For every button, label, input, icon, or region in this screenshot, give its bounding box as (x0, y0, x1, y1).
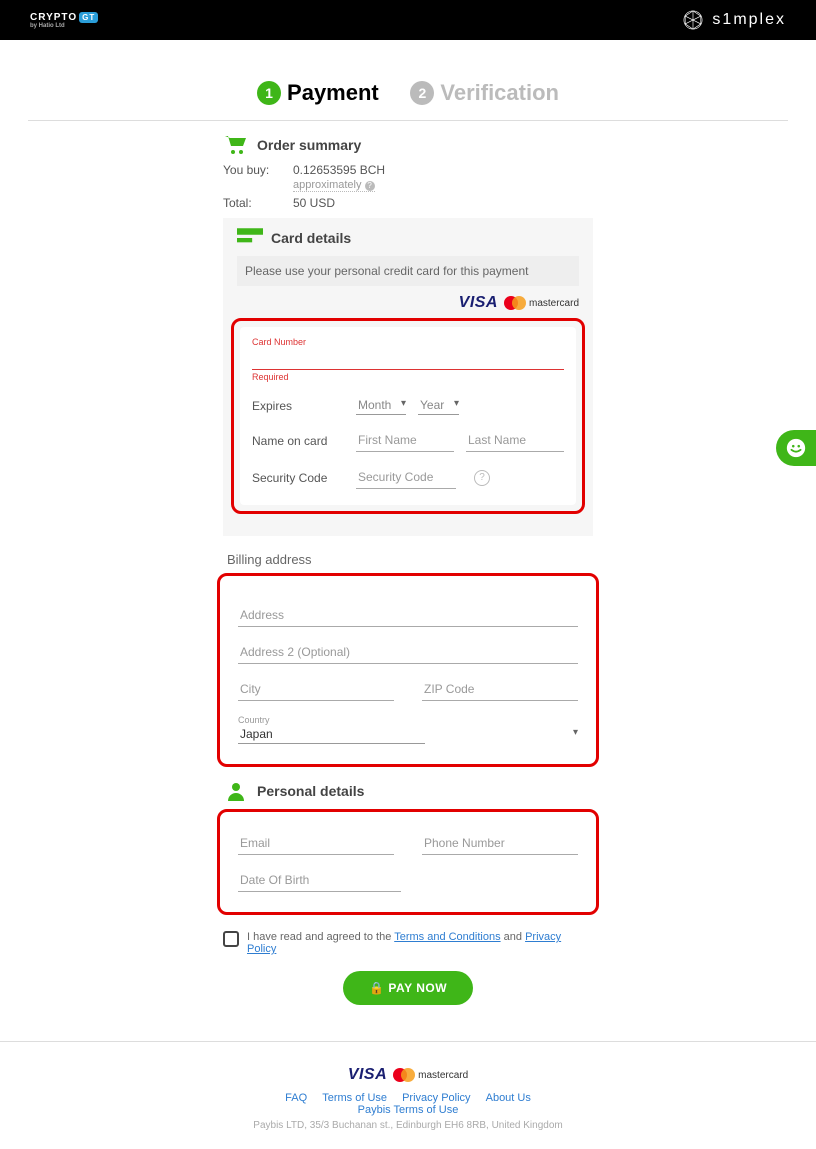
last-name-input[interactable] (466, 429, 564, 452)
step-indicator: 1 Payment 2 Verification (28, 80, 788, 121)
personal-details-title: Personal details (257, 783, 364, 799)
footer-faq-link[interactable]: FAQ (285, 1092, 307, 1104)
step-2-number: 2 (410, 81, 434, 105)
card-brand-logos: VISA mastercard (237, 294, 579, 312)
step-1-label: Payment (287, 80, 379, 106)
footer-about-link[interactable]: About Us (486, 1092, 531, 1104)
security-code-help-icon[interactable]: ? (474, 470, 490, 486)
card-number-label: Card Number (252, 337, 564, 347)
security-code-label: Security Code (252, 471, 344, 485)
card-number-input[interactable] (252, 347, 564, 370)
mastercard-logo: mastercard (504, 296, 579, 310)
phone-input[interactable] (422, 832, 578, 855)
footer-paybis-terms-link[interactable]: Paybis Terms of Use (358, 1104, 459, 1116)
footer-visa-logo: VISA (348, 1066, 387, 1084)
brand-right-text: s1mplex (712, 11, 786, 29)
order-buy-row: You buy: 0.12653595 BCH approximately ? (223, 163, 593, 192)
total-label: Total: (223, 196, 293, 210)
order-summary-header: Order summary (223, 135, 593, 155)
agree-text: I have read and agreed to the Terms and … (247, 931, 593, 955)
step-2-label: Verification (440, 80, 559, 106)
terms-link[interactable]: Terms and Conditions (394, 931, 500, 943)
billing-address-title: Billing address (223, 552, 593, 567)
security-code-input[interactable] (356, 466, 456, 489)
chat-icon (785, 437, 807, 459)
expiry-month-select[interactable]: Month (356, 396, 406, 415)
card-details-title: Card details (271, 230, 351, 246)
card-number-required: Required (252, 372, 564, 382)
expiry-year-select[interactable]: Year (418, 396, 459, 415)
country-select[interactable]: Japan (238, 725, 425, 744)
step-1-number: 1 (257, 81, 281, 105)
cart-icon (223, 135, 249, 155)
brand-left-subtitle: by Hatio Ltd (30, 23, 98, 29)
lock-icon: 🔒 (369, 981, 384, 995)
footer-mastercard-logo: mastercard (393, 1068, 468, 1082)
chat-widget-tab[interactable] (776, 430, 816, 466)
country-label: Country (238, 715, 578, 725)
total-value: 50 USD (293, 196, 335, 210)
person-icon (223, 781, 249, 801)
order-total-row: Total: 50 USD (223, 196, 593, 210)
step-payment: 1 Payment (257, 80, 379, 106)
address2-input[interactable] (238, 641, 578, 664)
card-details-block: Card details Please use your personal cr… (223, 218, 593, 536)
card-icon (237, 228, 263, 248)
step-verification: 2 Verification (410, 80, 559, 106)
page-footer: VISA mastercard FAQ Terms of Use Privacy… (0, 1041, 816, 1149)
brand-left-badge: GT (79, 12, 98, 23)
email-input[interactable] (238, 832, 394, 855)
top-bar: CRYPTOGT by Hatio Ltd s1mplex (0, 0, 816, 40)
address-input[interactable] (238, 604, 578, 627)
agree-row: I have read and agreed to the Terms and … (223, 931, 593, 955)
approximately-hint[interactable]: approximately ? (293, 179, 375, 192)
buy-value: 0.12653595 BCH (293, 163, 385, 177)
card-note: Please use your personal credit card for… (237, 256, 579, 286)
brand-left-logo: CRYPTOGT by Hatio Ltd (30, 12, 98, 29)
brand-left-text: CRYPTO (30, 12, 77, 23)
order-summary-title: Order summary (257, 137, 361, 153)
footer-privacy-link[interactable]: Privacy Policy (402, 1092, 470, 1104)
city-input[interactable] (238, 678, 394, 701)
footer-terms-link[interactable]: Terms of Use (322, 1092, 387, 1104)
expires-label: Expires (252, 399, 344, 413)
name-on-card-label: Name on card (252, 434, 344, 448)
first-name-input[interactable] (356, 429, 454, 452)
buy-label: You buy: (223, 163, 293, 192)
brand-right-logo: s1mplex (680, 7, 786, 33)
zip-input[interactable] (422, 678, 578, 701)
pay-now-button[interactable]: 🔒PAY NOW (343, 971, 473, 1005)
visa-logo: VISA (459, 294, 498, 312)
simplex-icon (680, 7, 706, 33)
agree-checkbox[interactable] (223, 931, 239, 947)
footer-address: Paybis LTD, 35/3 Buchanan st., Edinburgh… (0, 1120, 816, 1131)
dob-input[interactable] (238, 869, 401, 892)
personal-details-header: Personal details (223, 781, 593, 801)
